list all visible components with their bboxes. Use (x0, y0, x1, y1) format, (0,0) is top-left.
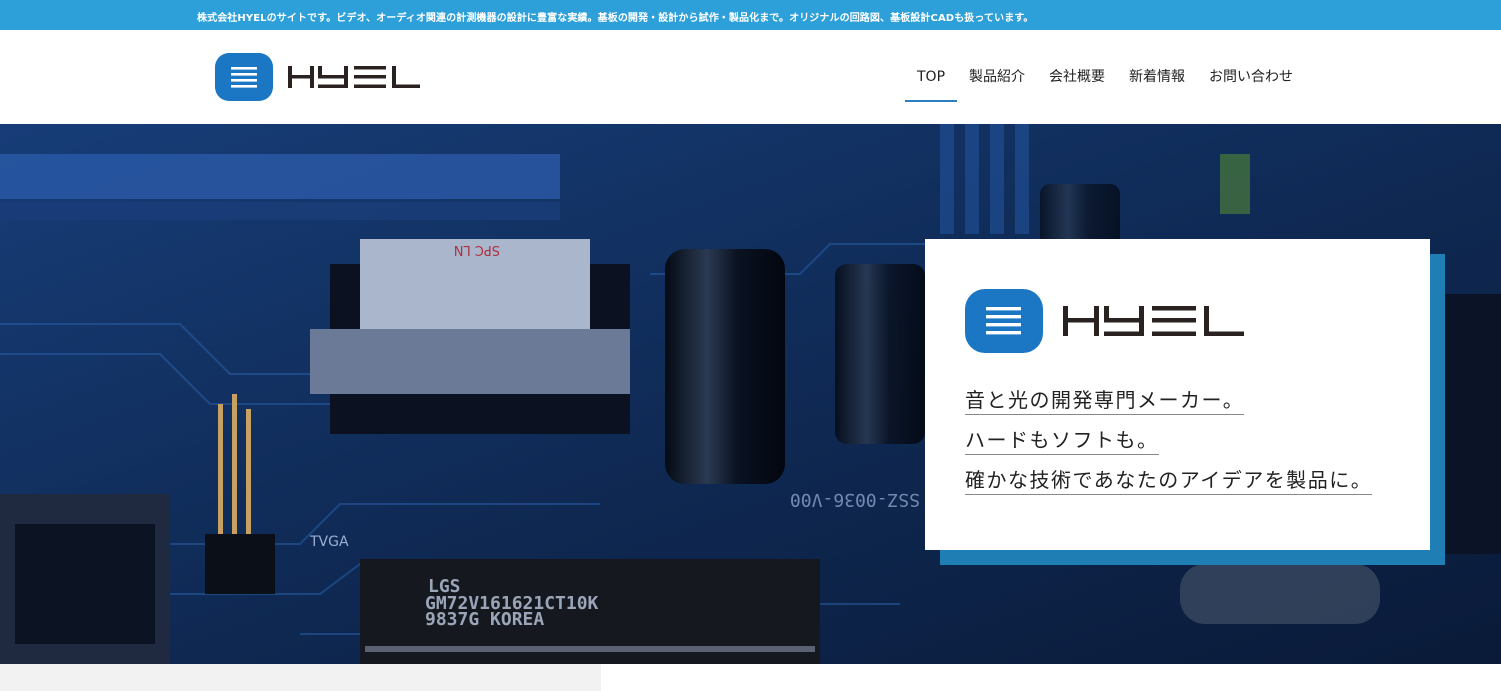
board-label-spc: SPC LN (454, 242, 500, 257)
board-label-tvga: TVGA (309, 534, 349, 550)
nav-top[interactable]: TOP (905, 30, 958, 124)
announcement-text: 株式会社HYELのサイトです。ビデオ、オーディオ関連の計測機器の設計に豊富な実績… (197, 13, 1034, 24)
nav-company[interactable]: 会社概要 (1037, 30, 1117, 124)
hero-card: 音と光の開発専門メーカー。 ハードもソフトも。 確かな技術であなたのアイデアを製… (925, 239, 1430, 550)
nav-news[interactable]: 新着情報 (1117, 30, 1197, 124)
site-logo[interactable] (214, 52, 424, 104)
hyel-logo-icon (965, 289, 1244, 353)
hero-banner: SPC LN SSZ-0036-V00 TVGA LGS GM72V161621… (0, 124, 1501, 664)
nav-products[interactable]: 製品紹介 (957, 30, 1037, 124)
section-right-panel (601, 664, 1501, 691)
hyel-logo-icon (215, 53, 420, 101)
announcement-bar: 株式会社HYELのサイトです。ビデオ、オーディオ関連の計測機器の設計に豊富な実績… (0, 0, 1501, 30)
section-left-panel (0, 664, 601, 691)
tagline-1: 音と光の開発専門メーカー。 (965, 384, 1245, 415)
main-nav: TOP 製品紹介 会社概要 新着情報 お問い合わせ (905, 30, 1305, 124)
chip-line-3: 9837G KOREA (425, 609, 544, 630)
tagline-3: 確かな技術であなたのアイデアを製品に。 (965, 464, 1373, 495)
nav-contact[interactable]: お問い合わせ (1197, 30, 1305, 124)
board-label-code: SSZ-0036-V00 (790, 489, 920, 510)
tagline-2: ハードもソフトも。 (965, 424, 1159, 455)
site-header: TOP 製品紹介 会社概要 新着情報 お問い合わせ (0, 30, 1501, 124)
hero-card-logo (963, 287, 1248, 357)
